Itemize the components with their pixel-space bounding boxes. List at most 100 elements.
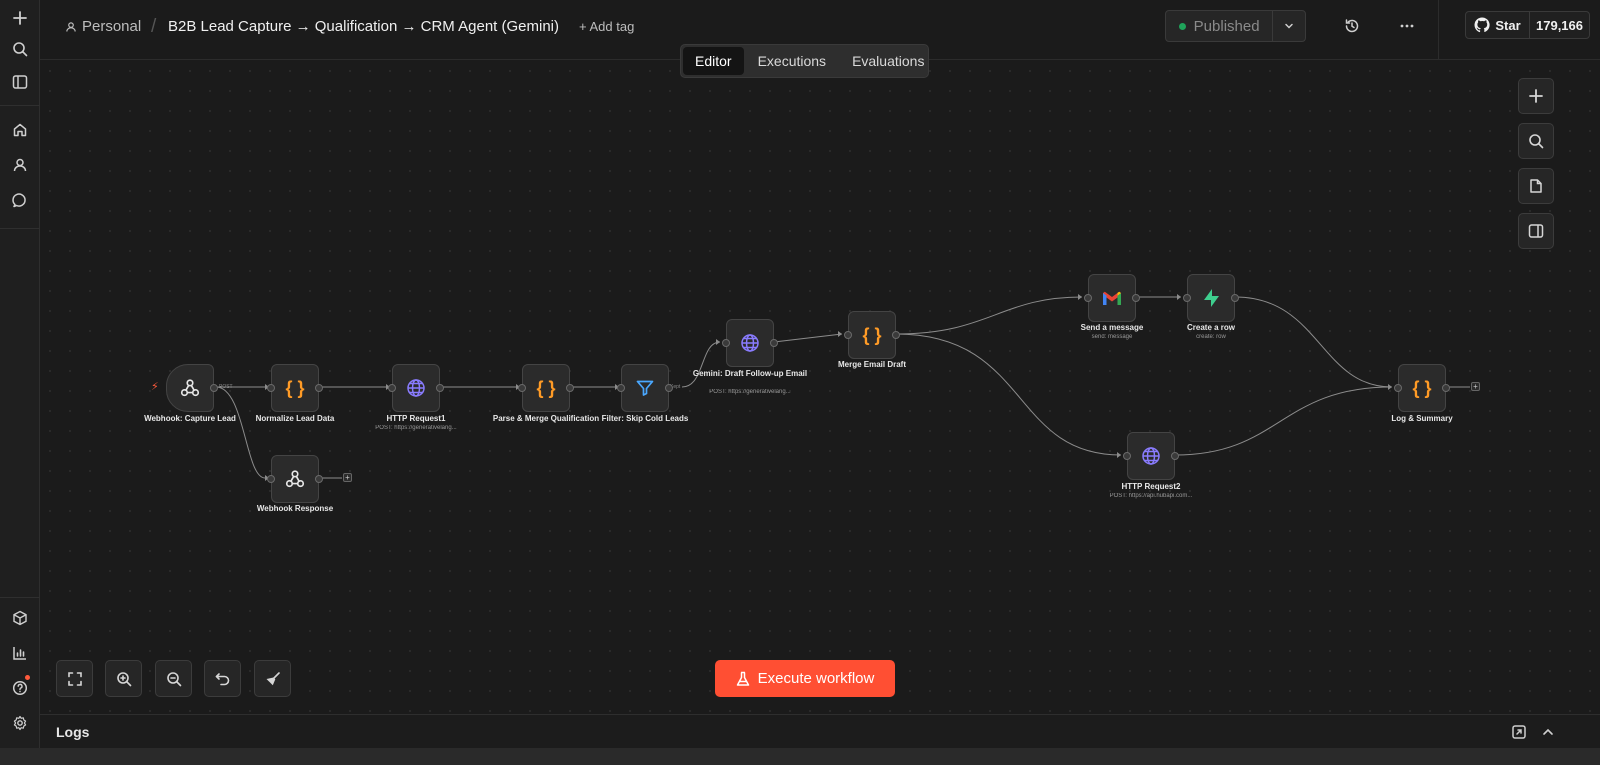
webhook-icon [285,470,305,488]
input-pin[interactable] [267,475,275,483]
node-subtitle: POST: https://generativelang... [375,425,457,431]
zoom-out-button[interactable] [155,660,192,697]
input-pin[interactable] [844,331,852,339]
tab-executions[interactable]: Executions [746,47,838,75]
output-pin[interactable] [1132,294,1140,302]
add-node-plus[interactable]: + [343,473,352,482]
user-icon[interactable] [8,153,32,177]
input-pin[interactable] [722,339,730,347]
github-star-button[interactable]: Star 179,166 [1465,11,1590,39]
breadcrumb-personal-label: Personal [82,18,142,35]
chevron-up-icon[interactable] [1540,724,1556,740]
node-label: Gemini: Draft Follow-up Email [692,369,808,378]
star-label: Star [1495,17,1521,33]
search-nodes-button[interactable] [1518,123,1554,159]
logs-title: Logs [56,724,90,740]
execute-workflow-button[interactable]: Execute workflow [715,660,895,697]
search-icon[interactable] [8,37,32,61]
node-create-a-row[interactable] [1183,274,1239,322]
node-subtitle: POST: https://generativelang... [709,389,791,395]
undo-button[interactable] [204,660,241,697]
templates-icon[interactable] [8,606,32,630]
node-webhook-response[interactable] [267,455,323,503]
input-pin[interactable] [267,384,275,392]
trigger-bolt-icon: ⚡ [151,381,159,393]
output-pin[interactable] [1442,384,1450,392]
node-gemini-draft-follow-up-email[interactable] [722,319,778,367]
input-pin[interactable] [1084,294,1092,302]
workflow-title[interactable]: B2B Lead Capture → Qualification → CRM A… [168,18,559,35]
published-status-dot [1178,22,1186,30]
node-http-request2[interactable] [1123,432,1179,480]
node-label: Webhook Response [256,504,334,513]
tidy-up-button[interactable] [254,660,291,697]
sticky-note-button[interactable] [1518,168,1554,204]
node-label: Log & Summary [1391,414,1453,423]
node-label: HTTP Request1 [386,414,446,423]
input-pin[interactable] [617,384,625,392]
node-parse-merge-qualification[interactable]: { } [518,364,574,412]
broom-icon [266,671,280,685]
chevron-down-icon[interactable] [1273,11,1305,41]
add-tag-button[interactable]: + Add tag [579,19,634,34]
output-pin[interactable] [315,384,323,392]
output-pin[interactable] [315,475,323,483]
output-pin[interactable] [892,331,900,339]
sticky-note-icon [1530,179,1542,193]
add-node-plus[interactable]: + [1471,382,1480,391]
user-icon [66,21,76,32]
output-pin[interactable] [436,384,444,392]
add-node-button[interactable] [1518,78,1554,114]
filter-icon [636,380,654,396]
more-options-icon[interactable] [1397,16,1417,36]
output-pin[interactable] [1171,452,1179,460]
globe-icon [741,334,759,352]
insights-icon[interactable] [8,641,32,665]
node-label: Filter: Skip Cold Leads [601,414,689,423]
home-icon[interactable] [8,118,32,142]
plus-icon[interactable] [8,6,32,30]
output-pin[interactable] [210,384,218,392]
input-pin[interactable] [1394,384,1402,392]
output-pin[interactable] [1231,294,1239,302]
output-pin[interactable] [770,339,778,347]
node-normalize-lead-data[interactable]: { } [267,364,323,412]
globe-icon [407,379,425,397]
settings-icon[interactable] [8,711,32,735]
webhook-icon [180,379,200,397]
input-pin[interactable] [518,384,526,392]
pop-out-icon[interactable] [1511,724,1527,740]
zoom-in-icon [116,671,131,686]
zoom-out-icon [166,671,181,686]
zoom-in-button[interactable] [105,660,142,697]
panel-toggle-button[interactable] [1518,213,1554,249]
input-pin[interactable] [1123,452,1131,460]
code-icon: { } [285,377,305,398]
node-http-request1[interactable] [388,364,444,412]
node-log-summary[interactable]: { } [1394,364,1450,412]
node-webhook-capture-lead[interactable] [166,364,218,412]
tab-evaluations[interactable]: Evaluations [840,47,936,75]
input-pin[interactable] [1183,294,1191,302]
published-button[interactable]: Published [1166,11,1274,41]
fullscreen-icon [67,671,82,686]
output-pin[interactable] [566,384,574,392]
node-label: Merge Email Draft [837,360,907,369]
node-merge-email-draft[interactable]: { } [844,311,900,359]
breadcrumb-personal[interactable]: Personal [65,18,141,35]
globe-icon [1142,447,1160,465]
node-filter-skip-cold-leads[interactable] [617,364,673,412]
fit-view-button[interactable] [56,660,93,697]
tab-editor[interactable]: Editor [683,47,744,75]
input-pin[interactable] [388,384,396,392]
logs-panel-bar[interactable]: Logs [40,714,1600,748]
chat-icon[interactable] [8,188,32,212]
node-send-a-message[interactable] [1084,274,1140,322]
sidebar-toggle-icon[interactable] [8,70,32,94]
breadcrumb-separator: / [151,16,157,37]
code-icon: { } [536,377,556,398]
history-icon[interactable] [1342,16,1362,36]
bottom-strip [0,748,1600,765]
node-label: Create a row [1186,323,1236,332]
output-pin[interactable] [665,384,673,392]
